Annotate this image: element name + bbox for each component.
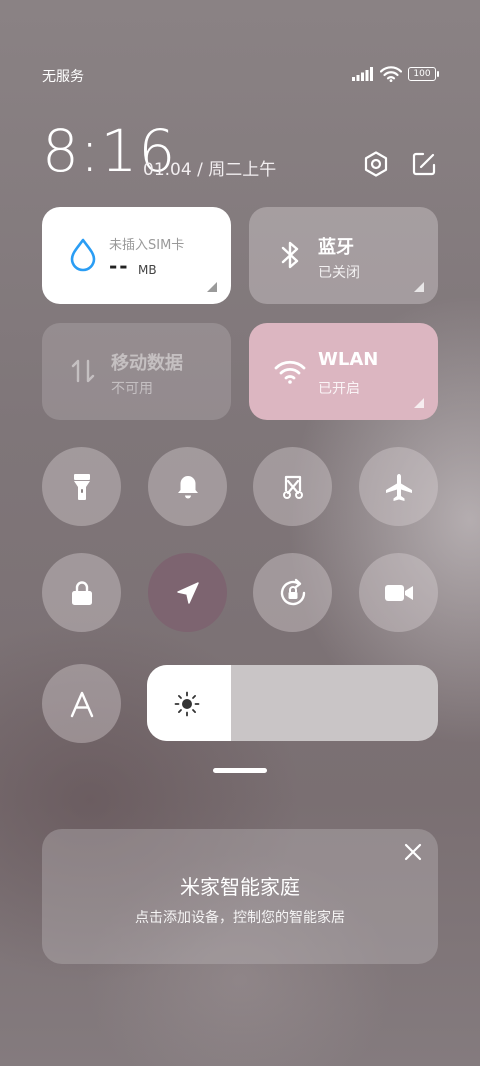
screenshot-toggle[interactable] (253, 447, 332, 526)
mobile-data-title: 移动数据 (111, 353, 183, 374)
data-usage-unit: MB (138, 263, 157, 277)
data-usage-value: -- (109, 254, 130, 278)
sound-toggle[interactable] (148, 447, 227, 526)
settings-icon[interactable] (362, 150, 390, 178)
bell-icon (177, 475, 198, 498)
brightness-slider[interactable] (147, 665, 438, 741)
airplane-icon (385, 473, 412, 501)
tile-expand-corner (414, 282, 424, 292)
video-camera-icon (384, 584, 413, 601)
location-icon (176, 581, 199, 604)
tile-expand-corner (414, 398, 424, 408)
brightness-sun-icon (174, 691, 200, 717)
auto-brightness-icon (70, 691, 93, 717)
smart-home-title: 米家智能家庭 (180, 875, 300, 899)
carrier-status: 无服务 (42, 69, 84, 85)
water-drop-icon (70, 238, 96, 272)
bluetooth-icon (281, 241, 299, 269)
rotation-lock-icon (280, 578, 305, 605)
sim-data-tile[interactable]: 未插入SIM卡 -- MB (42, 207, 231, 304)
bluetooth-status: 已关闭 (318, 265, 360, 281)
rotation-lock-toggle[interactable] (253, 553, 332, 632)
wlan-status: 已开启 (318, 381, 360, 397)
tile-expand-corner (207, 282, 217, 292)
date-text[interactable]: 01.04 / 周二上午 (143, 155, 276, 180)
bluetooth-tile[interactable]: 蓝牙 已关闭 (249, 207, 438, 304)
wifi-status-icon (380, 66, 402, 82)
lock-icon (71, 580, 92, 605)
flashlight-icon (73, 473, 90, 500)
auto-brightness-toggle[interactable] (42, 664, 121, 743)
lock-screen-toggle[interactable] (42, 553, 121, 632)
smart-home-card[interactable]: 米家智能家庭 点击添加设备，控制您的智能家居 (42, 829, 438, 964)
status-icons: 100 (352, 66, 439, 82)
screenshot-icon (282, 475, 303, 499)
close-icon[interactable] (402, 841, 424, 863)
wifi-icon (274, 360, 306, 384)
data-transfer-icon (71, 359, 95, 383)
smart-home-subtitle: 点击添加设备，控制您的智能家居 (135, 910, 345, 926)
wlan-title: WLAN (318, 349, 379, 370)
flashlight-toggle[interactable] (42, 447, 121, 526)
sim-title: 未插入SIM卡 (109, 238, 185, 253)
screen-record-toggle[interactable] (359, 553, 438, 632)
mobile-data-tile[interactable]: 移动数据 不可用 (42, 323, 231, 420)
panel-drag-handle[interactable] (213, 768, 267, 773)
location-toggle[interactable] (148, 553, 227, 632)
mobile-data-status: 不可用 (111, 381, 153, 397)
bluetooth-title: 蓝牙 (318, 237, 354, 258)
airplane-mode-toggle[interactable] (359, 447, 438, 526)
wlan-tile[interactable]: WLAN 已开启 (249, 323, 438, 420)
edit-icon[interactable] (410, 150, 438, 178)
signal-icon (352, 67, 373, 81)
battery-indicator: 100 (408, 67, 439, 81)
